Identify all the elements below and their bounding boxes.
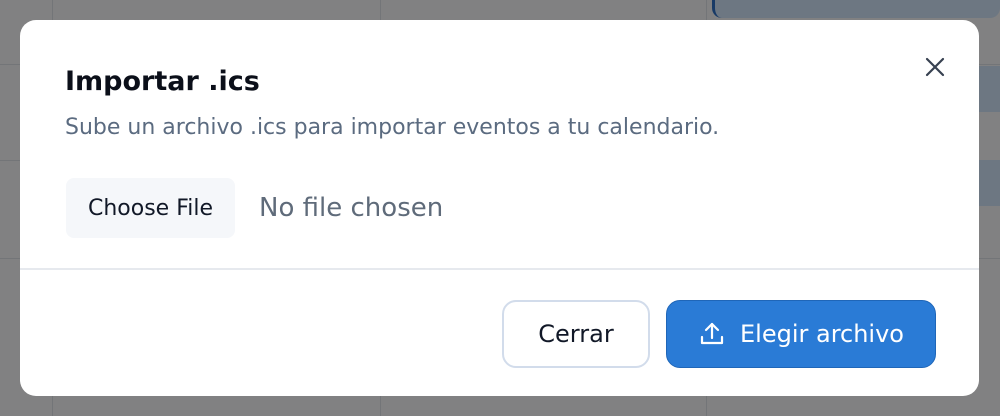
dialog-description: Sube un archivo .ics para importar event…: [65, 115, 720, 140]
file-input[interactable]: Choose File No file chosen: [66, 178, 443, 238]
cancel-button-label: Cerrar: [538, 320, 614, 348]
dialog-footer: Cerrar Elegir archivo: [20, 270, 979, 396]
choose-file-primary-button[interactable]: Elegir archivo: [666, 300, 936, 368]
close-icon: [925, 57, 945, 77]
upload-icon: [698, 320, 726, 348]
dialog-body: Importar .ics Sube un archivo .ics para …: [20, 20, 979, 288]
import-ics-dialog: Importar .ics Sube un archivo .ics para …: [20, 20, 979, 396]
cancel-button[interactable]: Cerrar: [502, 300, 650, 368]
dialog-title: Importar .ics: [65, 66, 260, 97]
file-status-text: No file chosen: [259, 193, 444, 223]
choose-file-button[interactable]: Choose File: [66, 178, 236, 238]
primary-button-label: Elegir archivo: [739, 320, 904, 348]
close-button[interactable]: [918, 50, 952, 84]
